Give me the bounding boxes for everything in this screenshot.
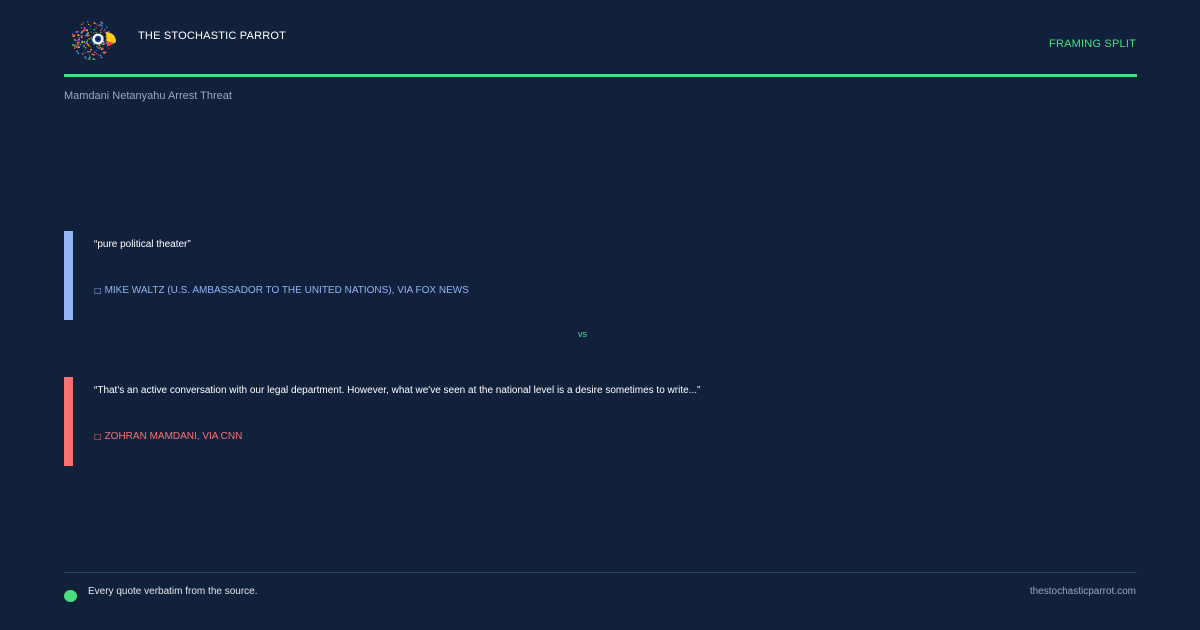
quote-attribution: □ ZOHRAN MAMDANI, VIA CNN [94, 431, 242, 442]
quote-accent-bar [64, 231, 73, 320]
footer-site-link[interactable]: thestochasticparrot.com [1030, 586, 1136, 597]
quote-card-side-a: “pure political theater” □ MIKE WALTZ (U.… [64, 231, 1137, 320]
source-marker-icon: □ [94, 286, 102, 295]
quote-attribution-text: ZOHRAN MAMDANI, VIA CNN [104, 431, 243, 442]
section-tag: FRAMING SPLIT [1049, 38, 1136, 50]
quote-text: “pure political theater” [94, 239, 191, 250]
brand-name: THE STOCHASTIC PARROT [138, 30, 287, 42]
quote-card-side-b: “That's an active conversation with our … [64, 377, 1137, 466]
parrot-logo-icon [71, 21, 116, 61]
header-divider [64, 74, 1137, 77]
footer-divider [64, 572, 1137, 573]
quote-text: “That's an active conversation with our … [94, 385, 701, 396]
source-marker-icon: □ [94, 432, 102, 441]
quote-attribution: □ MIKE WALTZ (U.S. AMBASSADOR TO THE UNIT… [94, 285, 469, 296]
topic-title: Mamdani Netanyahu Arrest Threat [64, 90, 232, 102]
status-dot-icon [64, 590, 77, 602]
versus-label: vs [578, 329, 587, 339]
footer-note: Every quote verbatim from the source. [88, 586, 258, 597]
quote-accent-bar [64, 377, 73, 466]
quote-attribution-text: MIKE WALTZ (U.S. AMBASSADOR TO THE UNITE… [104, 285, 469, 296]
share-card: THE STOCHASTIC PARROT FRAMING SPLIT Mamd… [0, 0, 1200, 630]
